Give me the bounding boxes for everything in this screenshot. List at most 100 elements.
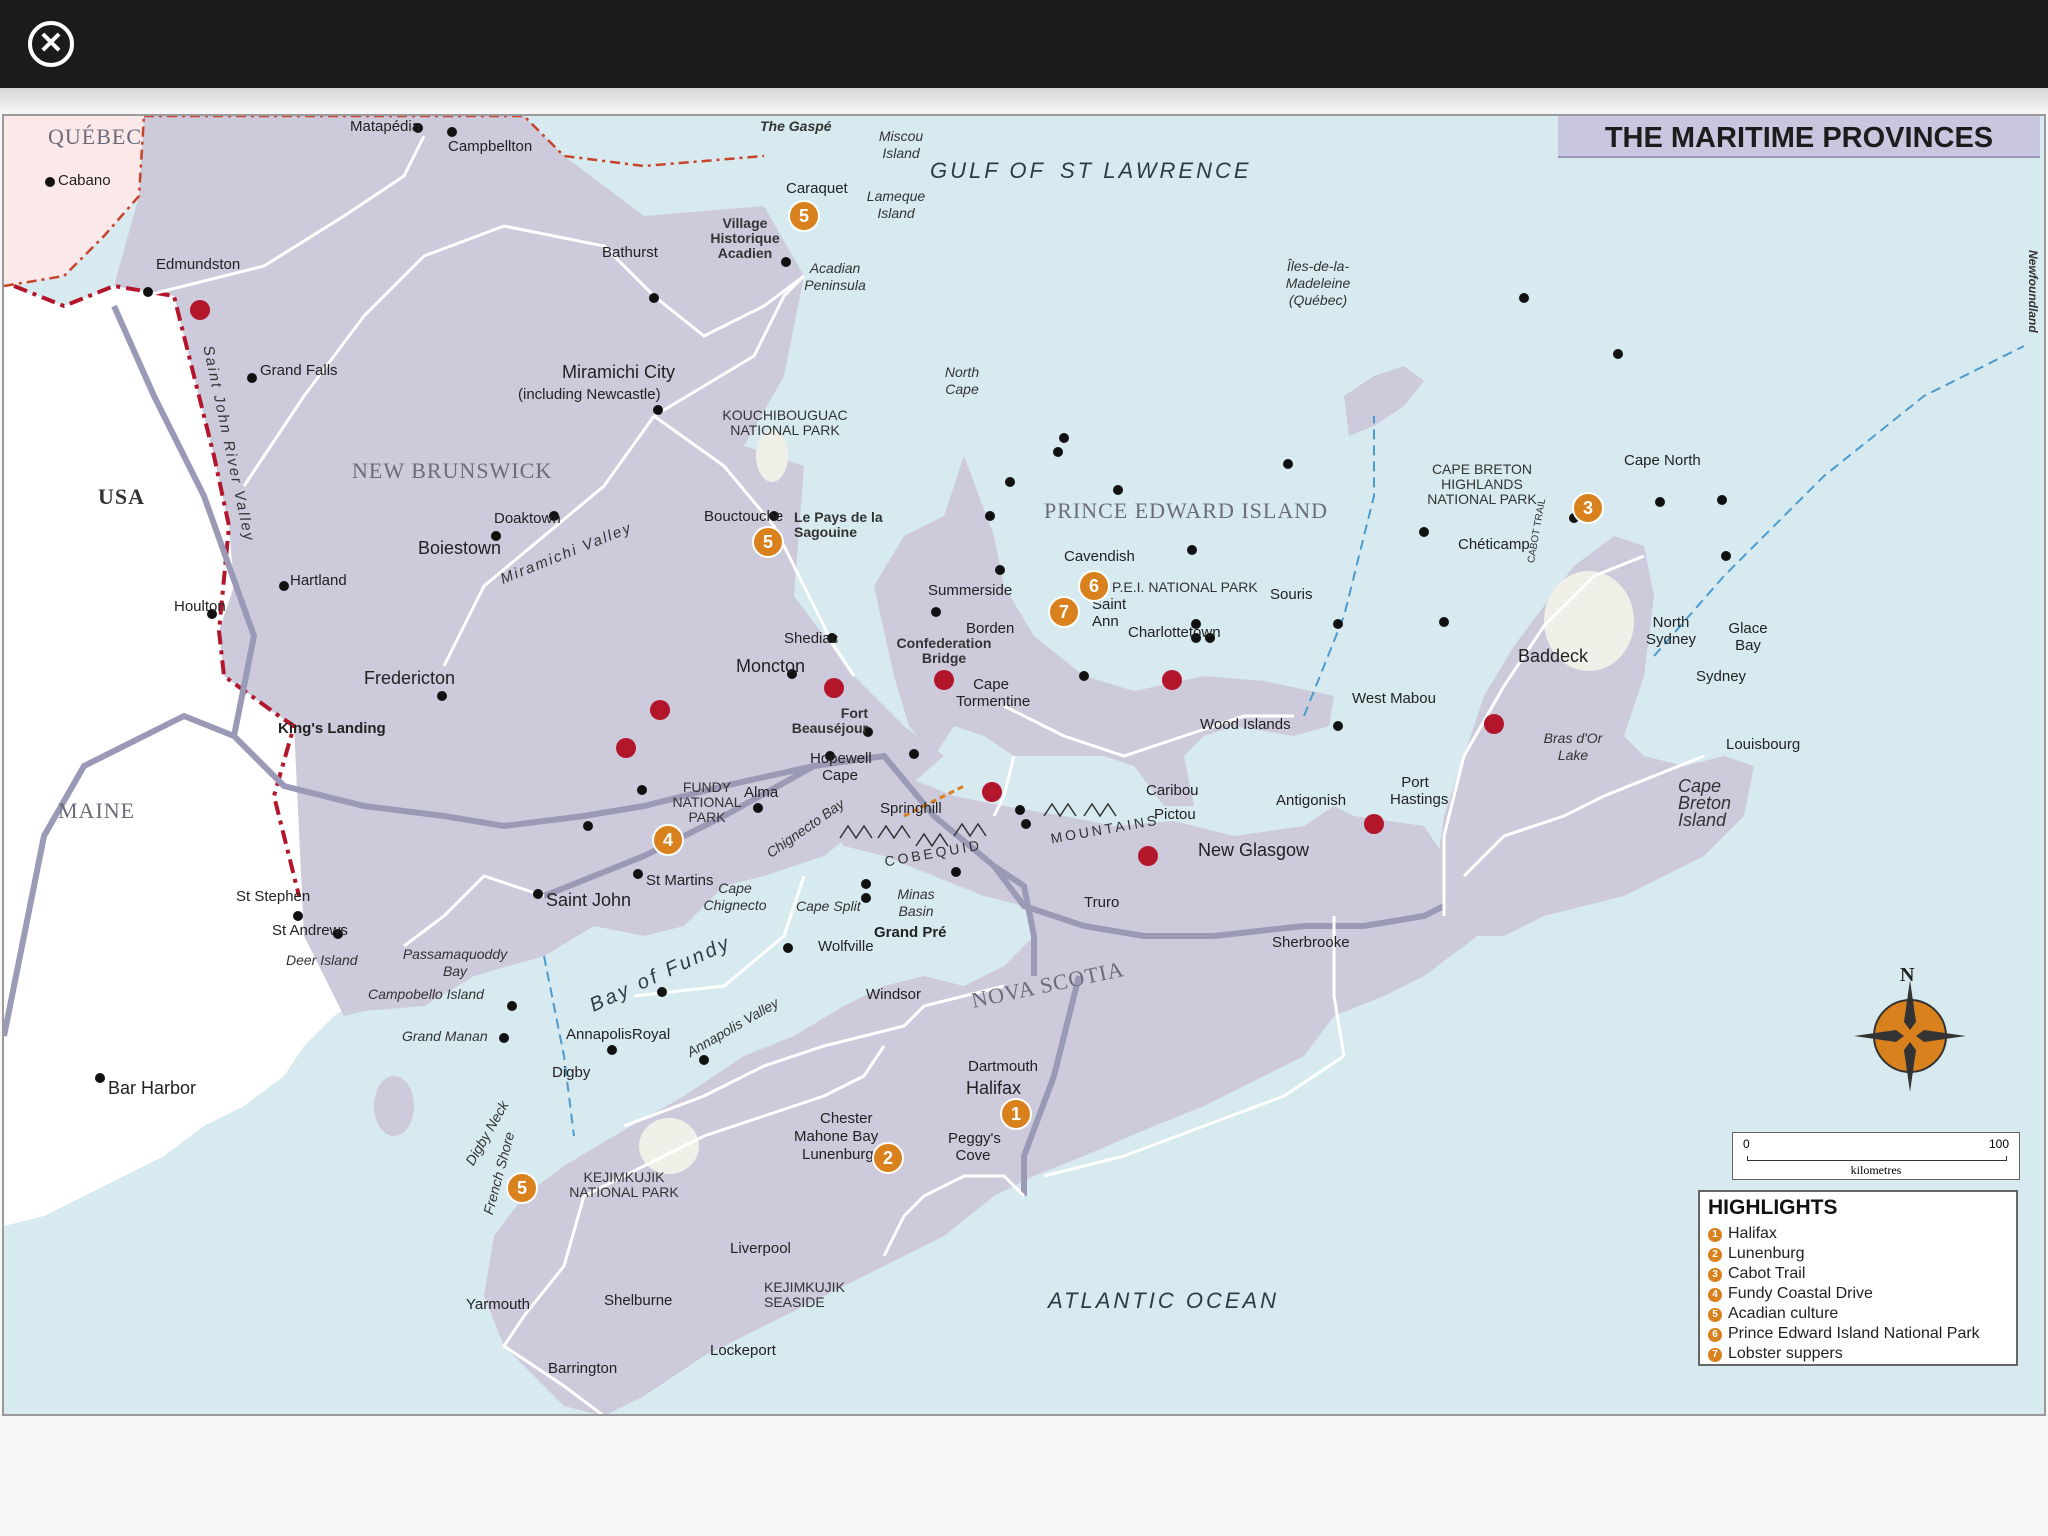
town-louisbourg: Louisbourg bbox=[1726, 736, 1801, 753]
highlight-marker-5-caraquet[interactable]: 5 bbox=[788, 200, 820, 232]
park-kejimkujik: KEJIMKUJIK NATIONAL PARK bbox=[569, 1169, 679, 1200]
highlight-marker-5-yarmouth[interactable]: 5 bbox=[506, 1172, 538, 1204]
town-campobello: Campobello Island bbox=[368, 986, 484, 1002]
legend-item: 5 Acadian culture bbox=[1708, 1304, 1980, 1324]
water-gulf-2: ST LAWRENCE bbox=[1060, 158, 1252, 183]
town-miscou-island: Miscou Island bbox=[878, 128, 924, 161]
town-summerside: Summerside bbox=[928, 582, 1013, 599]
town-miramichi: Miramichi City bbox=[562, 362, 676, 382]
park-cape-breton-highlands: CAPE BRETON HIGHLANDS NATIONAL PARK bbox=[1427, 461, 1537, 507]
town-st-stephen: St Stephen bbox=[236, 888, 311, 905]
town-antigonish: Antigonish bbox=[1276, 792, 1347, 809]
park-confederation-bridge: Confederation Bridge bbox=[896, 635, 992, 666]
town-bathurst: Bathurst bbox=[602, 244, 658, 261]
legend-item: 2 Lunenburg bbox=[1708, 1244, 1980, 1264]
town-north-cape: North Cape bbox=[944, 364, 980, 397]
town-matapedia: Matapédia bbox=[350, 118, 421, 135]
town-st-martins: St Martins bbox=[646, 872, 714, 889]
town-grand-pre: Grand Pré bbox=[874, 924, 947, 941]
town-moncton: Moncton bbox=[736, 656, 806, 676]
water-minas-basin: Minas Basin bbox=[897, 886, 935, 919]
town-sydney: Sydney bbox=[1696, 668, 1747, 685]
town-annapolis-royal: AnnapolisRoyal bbox=[566, 1026, 671, 1043]
park-fundy-np: FUNDY NATIONAL PARK bbox=[672, 779, 742, 825]
ferry-route-newfoundland bbox=[1653, 345, 2025, 657]
town-saint-john: Saint John bbox=[546, 890, 632, 910]
region-new-brunswick: NEW BRUNSWICK bbox=[352, 458, 553, 483]
highlights-legend: HIGHLIGHTS 1 Halifax 2 Lunenburg 3 Cabot Tr… bbox=[1698, 1190, 2018, 1366]
close-button[interactable]: ✕ bbox=[28, 21, 74, 67]
water-gulf-1: GULF OF bbox=[930, 158, 1046, 183]
town-acadian-peninsula: Acadian Peninsula bbox=[804, 260, 866, 293]
highlight-marker-7[interactable]: 7 bbox=[1048, 596, 1080, 628]
town-shediac: Shediac bbox=[784, 630, 839, 647]
town-shelburne: Shelburne bbox=[604, 1292, 673, 1309]
town-hopewell-cape: Hopewell Cape bbox=[810, 750, 872, 784]
town-dartmouth: Dartmouth bbox=[968, 1058, 1039, 1075]
park-kejimkujik-seaside: KEJIMKUJIK SEASIDE bbox=[764, 1279, 845, 1310]
town-charlottetown: Charlottetown bbox=[1128, 624, 1221, 641]
town-wolfville: Wolfville bbox=[818, 938, 874, 955]
highlight-marker-5-bouctouche[interactable]: 5 bbox=[752, 526, 784, 558]
town-truro: Truro bbox=[1084, 894, 1120, 911]
town-borden: Borden bbox=[966, 620, 1015, 637]
town-kings-landing: King's Landing bbox=[278, 720, 386, 737]
town-doaktown: Doaktown bbox=[494, 510, 561, 527]
legend-title: HIGHLIGHTS bbox=[1708, 1196, 1838, 1219]
scale-line bbox=[1747, 1156, 2007, 1161]
map-title-box: THE MARITIME PROVINCES bbox=[1558, 116, 2040, 158]
water-atlantic: ATLANTIC OCEAN bbox=[1048, 1288, 1280, 1313]
water-passamaquoddy: Passamaquoddy Bay bbox=[402, 946, 508, 979]
town-st-andrews: St Andrews bbox=[272, 922, 348, 939]
town-caribou: Caribou bbox=[1146, 782, 1199, 799]
map-title: THE MARITIME PROVINCES bbox=[1604, 122, 1994, 154]
town-grand-manan: Grand Manan bbox=[402, 1028, 488, 1044]
town-digby: Digby bbox=[552, 1064, 591, 1081]
region-pei: PRINCE EDWARD ISLAND bbox=[1044, 498, 1328, 523]
town-grand-falls: Grand Falls bbox=[260, 362, 338, 379]
town-fredericton: Fredericton bbox=[364, 668, 456, 688]
town-sherbrooke: Sherbrooke bbox=[1272, 934, 1350, 951]
legend-list: 1 Halifax 2 Lunenburg 3 Cabot Trail 4 Fundy … bbox=[1708, 1224, 1980, 1364]
highlight-marker-4[interactable]: 4 bbox=[652, 824, 684, 856]
highlight-marker-6[interactable]: 6 bbox=[1078, 570, 1110, 602]
park-fort-beausejour: Fort Beauséjour bbox=[791, 705, 868, 736]
town-lockeport: Lockeport bbox=[710, 1342, 776, 1359]
town-pictou: Pictou bbox=[1154, 806, 1196, 823]
water-cape-split: Cape Split bbox=[796, 898, 861, 914]
legend-item: 7 Lobster suppers bbox=[1708, 1344, 1980, 1364]
legend-item: 3 Cabot Trail bbox=[1708, 1264, 1980, 1284]
scale-max: 100 bbox=[1988, 1137, 2009, 1151]
legend-item: 4 Fundy Coastal Drive bbox=[1708, 1284, 1980, 1304]
highlight-marker-3[interactable]: 3 bbox=[1572, 492, 1604, 524]
park-kouchibouguac: KOUCHIBOUGUAC NATIONAL PARK bbox=[722, 407, 848, 438]
scale-bar: 0 100 kilometres bbox=[1732, 1132, 2020, 1180]
town-souris: Souris bbox=[1270, 586, 1313, 603]
compass-rose bbox=[1854, 980, 1966, 1092]
town-windsor: Windsor bbox=[866, 986, 922, 1003]
town-baddeck: Baddeck bbox=[1518, 646, 1589, 666]
water-bras-dor-lake: Bras d'Or Lake bbox=[1543, 730, 1603, 763]
town-cape-north: Cape North bbox=[1624, 452, 1701, 469]
region-quebec: QUÉBEC bbox=[48, 124, 142, 149]
town-deer-island: Deer Island bbox=[286, 952, 358, 968]
town-boiestown: Boiestown bbox=[418, 538, 502, 558]
town-hartland: Hartland bbox=[290, 572, 347, 589]
town-cavendish: Cavendish bbox=[1064, 548, 1135, 565]
town-edmundston: Edmundston bbox=[156, 256, 241, 273]
town-houlton: Houlton bbox=[174, 598, 226, 615]
legend-item: 1 Halifax bbox=[1708, 1224, 1980, 1244]
park-pei-np: P.E.I. NATIONAL PARK bbox=[1112, 579, 1258, 595]
map-image[interactable]: THE MARITIME PROVINCES QUÉBEC USA MAINE … bbox=[2, 114, 2046, 1416]
town-cheticamp: Chéticamp bbox=[1458, 536, 1530, 553]
region-maine: MAINE bbox=[58, 798, 136, 823]
town-glace-bay: Glace Bay bbox=[1728, 620, 1768, 654]
town-bouctouche: Bouctouche bbox=[704, 508, 784, 525]
grand-manan-island bbox=[374, 1076, 414, 1136]
water-cape-breton-island: Cape Breton Island bbox=[1678, 776, 1732, 830]
town-campbellton: Campbellton bbox=[448, 138, 533, 155]
highlight-marker-1[interactable]: 1 bbox=[1000, 1098, 1032, 1130]
highlight-marker-2[interactable]: 2 bbox=[872, 1142, 904, 1174]
town-peggys-cove: Peggy's Cove bbox=[948, 1130, 1001, 1164]
town-newfoundland: Newfoundland bbox=[2026, 250, 2040, 333]
